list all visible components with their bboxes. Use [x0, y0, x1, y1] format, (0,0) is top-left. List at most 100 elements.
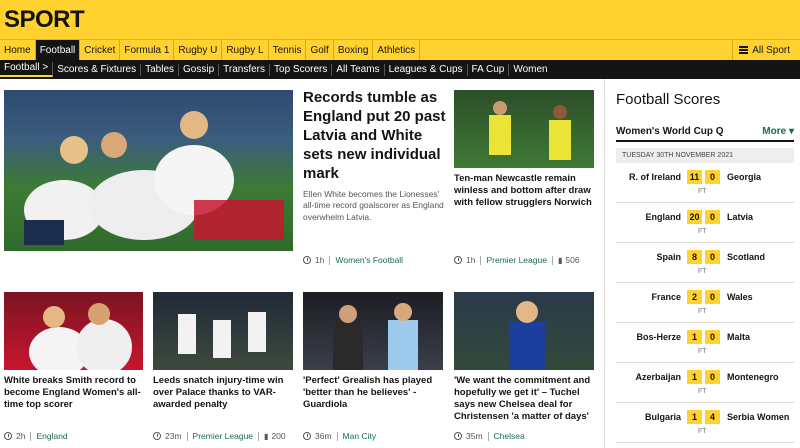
main-content: Records tumble as England put 20 past La…	[0, 79, 800, 448]
nav-athletics[interactable]: Athletics	[373, 40, 421, 60]
nav-golf[interactable]: Golf	[306, 40, 334, 60]
comment-count[interactable]: 506	[565, 255, 579, 265]
home-score: 1	[687, 330, 702, 344]
subnav-tables[interactable]: Tables	[141, 63, 180, 76]
away-team: Georgia	[727, 172, 762, 182]
secondary-nav: Football > Scores & Fixtures Tables Goss…	[0, 60, 800, 79]
away-score: 0	[705, 290, 720, 304]
away-score: 0	[705, 210, 720, 224]
home-team: England	[645, 212, 682, 222]
story-time: 2h	[16, 431, 26, 441]
lead-story-headline[interactable]: Records tumble as England put 20 past La…	[303, 88, 448, 183]
more-label: More	[762, 125, 787, 137]
match-row[interactable]: Bulgaria 1 4 Serbia Women FT	[616, 403, 794, 443]
clock-icon	[303, 256, 311, 264]
away-score: 0	[705, 170, 720, 184]
football-scores-panel: Football Scores Women's World Cup Q More…	[604, 79, 800, 448]
away-score: 0	[705, 370, 720, 384]
story-tag[interactable]: Chelsea	[494, 431, 525, 441]
subnav-all-teams[interactable]: All Teams	[332, 63, 385, 76]
lead-story[interactable]: Records tumble as England put 20 past La…	[303, 88, 448, 223]
christensen-photo	[454, 292, 594, 370]
story-time: 36m	[315, 431, 332, 441]
nav-football[interactable]: Football	[35, 40, 81, 60]
nav-tennis[interactable]: Tennis	[269, 40, 307, 60]
home-team: R. of Ireland	[628, 172, 681, 182]
newcastle-photo	[454, 90, 594, 168]
subnav-leagues-cups[interactable]: Leagues & Cups	[385, 63, 468, 76]
match-row[interactable]: England 20 0 Latvia FT	[616, 203, 794, 243]
match-status: FT	[698, 228, 707, 235]
home-score: 11	[687, 170, 702, 184]
home-score: 20	[687, 210, 702, 224]
competition-header: Women's World Cup Q More ▾	[616, 122, 794, 142]
subnav-women[interactable]: Women	[509, 64, 551, 76]
story-headline[interactable]: Leeds snatch injury-time win over Palace…	[153, 375, 293, 411]
lead-story-summary: Ellen White becomes the Lionesses' all-t…	[303, 189, 444, 222]
nav-rugby-union[interactable]: Rugby U	[174, 40, 223, 60]
subnav-scores-fixtures[interactable]: Scores & Fixtures	[53, 63, 142, 76]
home-team: France	[651, 292, 681, 302]
guardiola-photo	[333, 303, 418, 370]
leeds-players-photo	[178, 312, 266, 358]
story-tag[interactable]: Women's Football	[335, 255, 403, 265]
subnav-football[interactable]: Football >	[0, 62, 54, 77]
all-sport-button[interactable]: All Sport	[732, 40, 800, 60]
away-team: Malta	[727, 332, 751, 342]
nav-home[interactable]: Home	[0, 40, 36, 60]
match-status: FT	[698, 268, 707, 275]
away-team: Latvia	[727, 212, 754, 222]
comment-icon: ▮	[264, 431, 269, 441]
nav-boxing[interactable]: Boxing	[334, 40, 374, 60]
chevron-down-icon: ▾	[788, 125, 794, 137]
match-status: FT	[698, 188, 707, 195]
nav-rugby-league[interactable]: Rugby L	[222, 40, 269, 60]
story-leeds[interactable]: Leeds snatch injury-time win over Palace…	[153, 292, 293, 411]
match-status: FT	[698, 428, 707, 435]
match-row[interactable]: Azerbaijan 1 0 Montenegro FT	[616, 363, 794, 403]
story-tag[interactable]: Premier League	[193, 431, 253, 441]
match-status: FT	[698, 348, 707, 355]
story-tag[interactable]: England	[36, 431, 67, 441]
story-headline[interactable]: 'Perfect' Grealish has played 'better th…	[303, 375, 443, 411]
match-status: FT	[698, 388, 707, 395]
home-score: 8	[687, 250, 702, 264]
story-headline[interactable]: Ten-man Newcastle remain winless and bot…	[454, 173, 594, 209]
story-headline[interactable]: 'We want the commitment and hopefully we…	[454, 375, 594, 423]
subnav-gossip[interactable]: Gossip	[179, 63, 220, 76]
story-white-record[interactable]: White breaks Smith record to become Engl…	[4, 292, 143, 411]
clock-icon	[303, 432, 311, 440]
story-headline[interactable]: White breaks Smith record to become Engl…	[4, 375, 143, 411]
comment-count[interactable]: 200	[271, 431, 285, 441]
leeds-photo	[153, 292, 293, 370]
competition-name[interactable]: Women's World Cup Q	[616, 126, 724, 137]
story-newcastle[interactable]: Ten-man Newcastle remain winless and bot…	[454, 90, 594, 209]
away-score: 0	[705, 330, 720, 344]
sport-title[interactable]: SPORT	[4, 6, 85, 34]
nav-formula1[interactable]: Formula 1	[120, 40, 175, 60]
clock-icon	[4, 432, 12, 440]
subnav-fa-cup[interactable]: FA Cup	[468, 63, 510, 76]
lead-story-image[interactable]	[4, 90, 293, 251]
match-date: TUESDAY 30TH NOVEMBER 2021	[616, 148, 794, 163]
match-row[interactable]: France 2 0 Wales FT	[616, 283, 794, 323]
story-christensen[interactable]: 'We want the commitment and hopefully we…	[454, 292, 594, 423]
story-tag[interactable]: Premier League	[486, 255, 546, 265]
away-team: Scotland	[727, 252, 766, 262]
match-row[interactable]: Bos-Herze 1 0 Malta FT	[616, 323, 794, 363]
subnav-top-scorers[interactable]: Top Scorers	[270, 63, 333, 76]
story-meta: 36m Man City	[303, 431, 376, 441]
match-row[interactable]: R. of Ireland 11 0 Georgia FT	[616, 163, 794, 203]
story-grealish[interactable]: 'Perfect' Grealish has played 'better th…	[303, 292, 443, 411]
nav-cricket[interactable]: Cricket	[80, 40, 121, 60]
white-photo	[4, 292, 143, 370]
more-dropdown[interactable]: More ▾	[762, 126, 794, 137]
subnav-transfers[interactable]: Transfers	[219, 63, 271, 76]
story-meta: 1h Premier League ▮ 506	[454, 255, 580, 265]
away-team: Montenegro	[727, 372, 779, 382]
sport-masthead: SPORT	[0, 0, 800, 39]
away-score: 4	[705, 410, 720, 424]
story-time: 23m	[165, 431, 182, 441]
story-tag[interactable]: Man City	[343, 431, 377, 441]
match-row[interactable]: Spain 8 0 Scotland FT	[616, 243, 794, 283]
